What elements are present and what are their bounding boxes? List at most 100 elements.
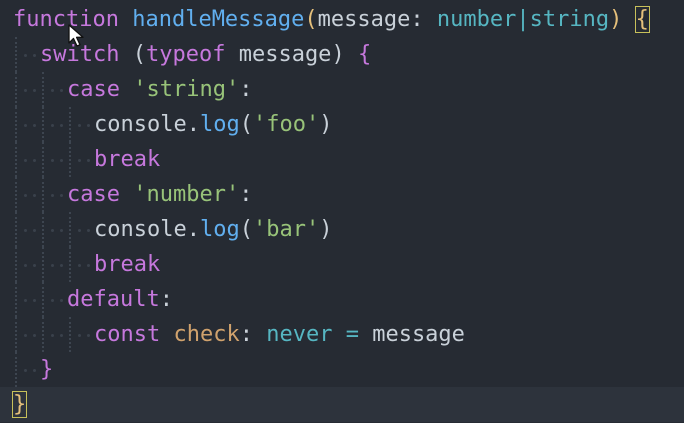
code-line[interactable]: default: <box>0 282 684 317</box>
indent-guide <box>42 212 45 247</box>
code-editor[interactable]: function handleMessage(message: number|s… <box>0 0 684 423</box>
whitespace-dot <box>60 124 63 127</box>
whitespace-dot <box>78 334 81 337</box>
whitespace-dot <box>51 229 54 232</box>
whitespace-dot <box>78 159 81 162</box>
code-line[interactable]: } <box>0 387 684 422</box>
code-token: } <box>40 357 54 382</box>
code-token: console <box>94 112 187 137</box>
code-line[interactable]: } <box>0 352 684 387</box>
whitespace-dot <box>24 299 27 302</box>
whitespace-dot <box>51 124 54 127</box>
indent-guide <box>42 317 45 352</box>
code-token: { <box>357 42 372 67</box>
whitespace-dot <box>87 124 90 127</box>
code-line[interactable]: break <box>0 142 684 177</box>
indent-guide <box>69 107 72 142</box>
code-token: ( <box>304 7 318 32</box>
code-token: 'bar' <box>252 217 320 242</box>
whitespace-dot <box>78 264 81 267</box>
code-token: ( <box>239 217 253 242</box>
code-line[interactable]: console.log('foo') <box>0 107 684 142</box>
indent-guide <box>15 142 18 177</box>
whitespace-dot <box>60 194 63 197</box>
code-token: message <box>317 7 411 32</box>
code-line[interactable]: const check: never = message <box>0 317 684 352</box>
code-text: switch (typeof message) { <box>40 37 371 72</box>
code-token: function <box>13 7 119 32</box>
whitespace-dot <box>24 264 27 267</box>
code-token: message <box>225 42 332 67</box>
whitespace-dot <box>87 159 90 162</box>
whitespace-dot <box>33 334 36 337</box>
code-token: message <box>372 322 465 347</box>
whitespace-dot <box>24 369 27 372</box>
code-token: ( <box>239 112 253 137</box>
whitespace-dot <box>24 194 27 197</box>
code-text: break <box>94 247 160 282</box>
code-token: } <box>11 391 28 418</box>
code-token: console <box>94 217 187 242</box>
code-token: const <box>94 322 161 347</box>
code-line[interactable]: break <box>0 247 684 282</box>
code-token: 'foo' <box>252 112 320 137</box>
whitespace-dot <box>24 89 27 92</box>
whitespace-dot <box>24 54 27 57</box>
code-text: console.log('bar') <box>94 212 332 247</box>
code-token: case <box>67 77 120 102</box>
code-token: break <box>94 252 161 277</box>
code-token: = <box>332 322 373 347</box>
code-text: } <box>40 352 53 387</box>
code-token: number <box>436 7 517 32</box>
code-line[interactable]: switch (typeof message) { <box>0 37 684 72</box>
whitespace-dot <box>87 229 90 232</box>
code-token: ) <box>609 7 636 32</box>
indent-guide <box>42 72 45 107</box>
whitespace-dot <box>33 369 36 372</box>
code-token: ) <box>319 112 333 137</box>
whitespace-dot <box>60 159 63 162</box>
code-token: 'string' <box>133 77 240 102</box>
indent-guide <box>15 317 18 352</box>
code-line[interactable]: function handleMessage(message: number|s… <box>0 2 684 37</box>
whitespace-dot <box>33 159 36 162</box>
indent-guide <box>69 247 72 282</box>
code-token: ) <box>331 42 358 67</box>
code-token: : <box>410 7 437 32</box>
code-token: typeof <box>145 42 226 67</box>
whitespace-dot <box>33 264 36 267</box>
indent-guide <box>15 352 18 387</box>
whitespace-dot <box>33 229 36 232</box>
indent-guide <box>42 142 45 177</box>
code-text: default: <box>67 282 173 317</box>
indent-guide <box>42 107 45 142</box>
indent-guide <box>69 317 72 352</box>
whitespace-dot <box>60 299 63 302</box>
code-line[interactable]: console.log('bar') <box>0 212 684 247</box>
code-token: log <box>199 217 240 242</box>
code-token: case <box>67 182 120 207</box>
code-line[interactable]: case 'string': <box>0 72 684 107</box>
whitespace-dot <box>33 124 36 127</box>
code-text: } <box>11 387 28 422</box>
whitespace-dot <box>51 264 54 267</box>
code-text: case 'string': <box>67 72 252 107</box>
whitespace-dot <box>87 334 90 337</box>
code-text: function handleMessage(message: number|s… <box>13 2 650 37</box>
whitespace-dot <box>60 334 63 337</box>
whitespace-dot <box>60 89 63 92</box>
mouse-pointer-icon <box>68 24 84 47</box>
code-text: console.log('foo') <box>94 107 332 142</box>
whitespace-dot <box>78 229 81 232</box>
whitespace-dot <box>51 299 54 302</box>
indent-guide <box>15 212 18 247</box>
code-token: : <box>239 322 267 347</box>
code-text: case 'number': <box>67 177 252 212</box>
code-token: break <box>94 147 161 172</box>
code-token: : <box>239 182 253 207</box>
whitespace-dot <box>24 334 27 337</box>
code-line[interactable]: case 'number': <box>0 177 684 212</box>
